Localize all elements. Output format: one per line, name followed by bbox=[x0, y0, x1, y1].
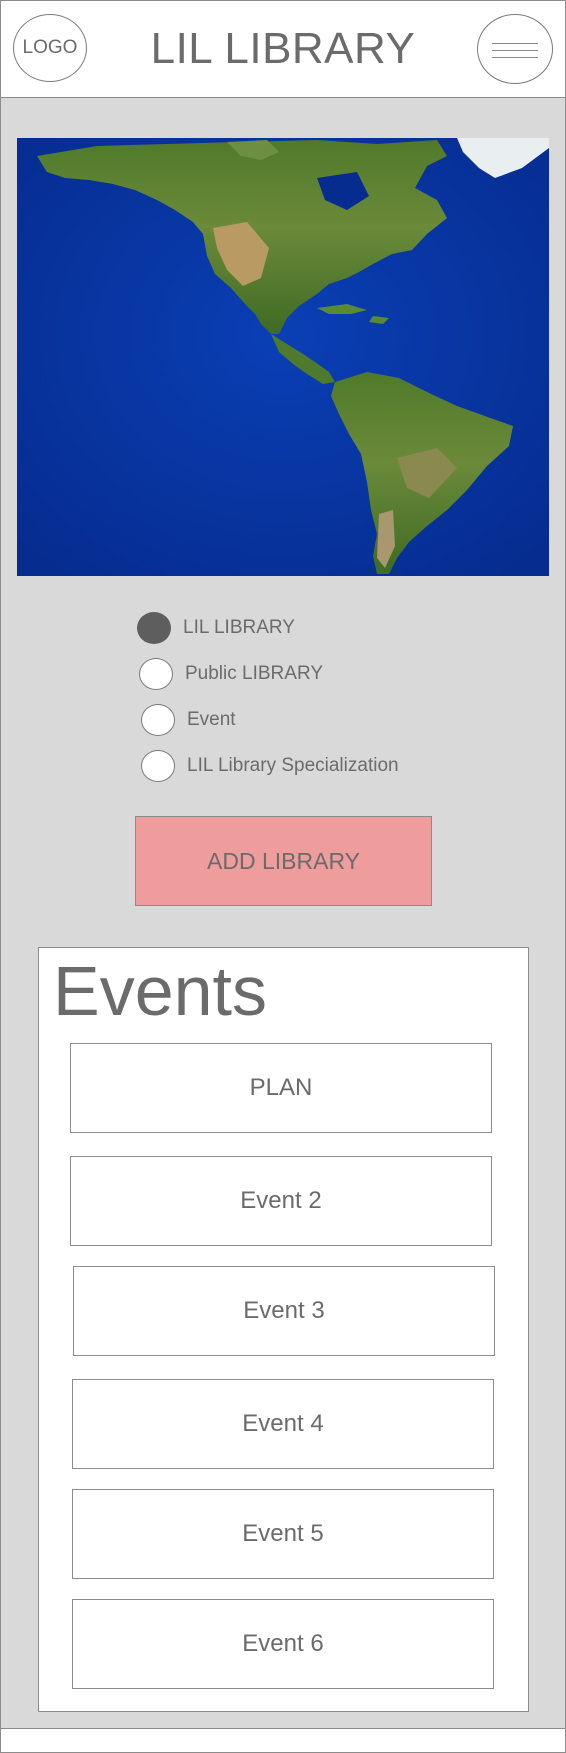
event-item-2[interactable]: Event 2 bbox=[70, 1156, 492, 1246]
app-frame: LOGO LIL LIBRARY LIL LIBRARY Public LIBR… bbox=[0, 0, 566, 1753]
filter-option-event[interactable]: Event bbox=[141, 703, 236, 737]
event-item-plan[interactable]: PLAN bbox=[70, 1043, 492, 1133]
filter-label: LIL Library Specialization bbox=[187, 755, 399, 776]
header: LOGO LIL LIBRARY bbox=[1, 1, 565, 98]
filter-option-public-library[interactable]: Public LIBRARY bbox=[139, 657, 323, 691]
world-map-image[interactable] bbox=[17, 138, 549, 576]
filter-label: Public LIBRARY bbox=[185, 663, 323, 684]
radio-button[interactable] bbox=[141, 704, 175, 736]
filter-label: Event bbox=[187, 709, 236, 730]
event-item-5[interactable]: Event 5 bbox=[72, 1489, 494, 1579]
filter-option-lil-library[interactable]: LIL LIBRARY bbox=[137, 611, 295, 645]
radio-button[interactable] bbox=[139, 658, 173, 690]
events-panel: Events PLAN Event 2 Event 3 Event 4 Even… bbox=[38, 947, 529, 1712]
event-item-3[interactable]: Event 3 bbox=[73, 1266, 495, 1356]
filter-label: LIL LIBRARY bbox=[183, 617, 295, 638]
event-item-6[interactable]: Event 6 bbox=[72, 1599, 494, 1689]
hamburger-menu-icon[interactable] bbox=[477, 14, 553, 84]
page-title: LIL LIBRARY bbox=[150, 24, 416, 73]
footer-bar bbox=[1, 1728, 565, 1752]
radio-button[interactable] bbox=[141, 750, 175, 782]
events-heading: Events bbox=[53, 952, 267, 1030]
logo[interactable]: LOGO bbox=[13, 14, 87, 82]
event-item-4[interactable]: Event 4 bbox=[72, 1379, 494, 1469]
radio-button[interactable] bbox=[137, 612, 171, 644]
add-library-button[interactable]: ADD LIBRARY bbox=[135, 816, 432, 906]
filter-option-specialization[interactable]: LIL Library Specialization bbox=[141, 749, 399, 783]
